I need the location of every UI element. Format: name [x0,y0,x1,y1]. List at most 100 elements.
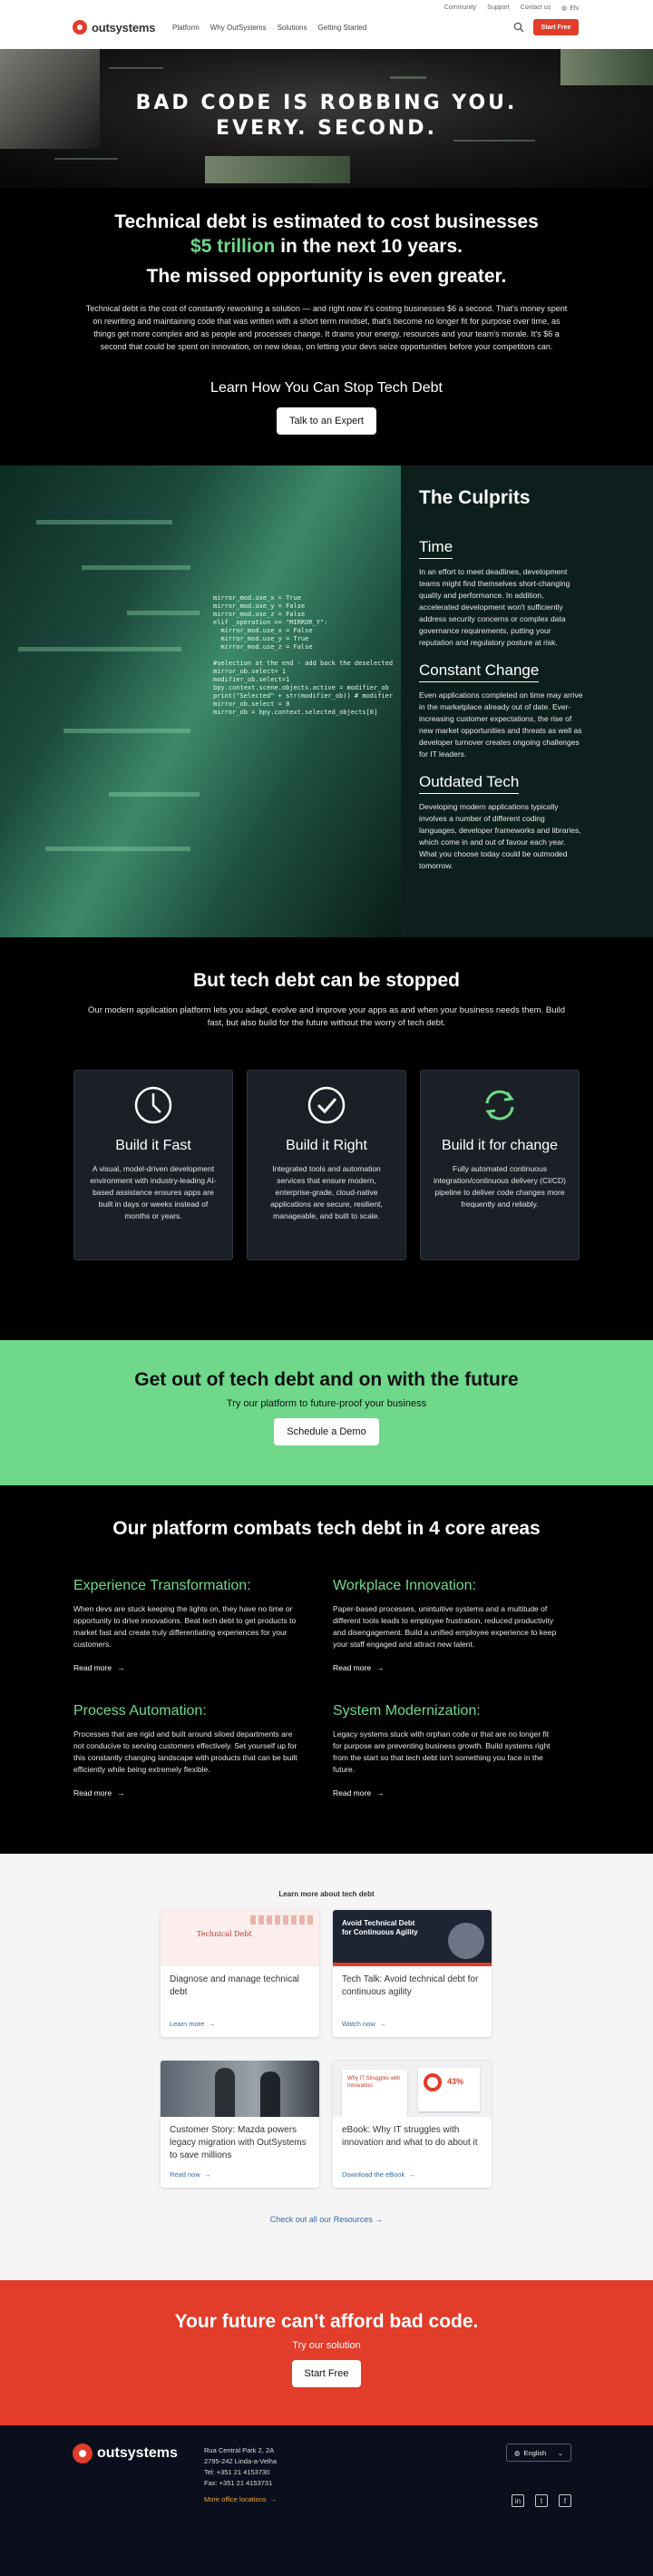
arrow-right-icon: → [117,1663,125,1672]
resources-section: Learn more about tech debt Technical Deb… [0,1854,653,2280]
feature-cards: Build it Fast A visual, model-driven dev… [0,1070,653,1260]
linkedin-icon[interactable]: in [512,2494,524,2507]
culprit-time: Time In an effort to meet deadlines, dev… [419,525,584,649]
refresh-icon [485,1090,514,1121]
culprit-heading: Constant Change [419,661,540,682]
area-title: Experience Transformation: [73,1578,251,1593]
arrow-right-icon: → [269,2495,278,2503]
resources-heading: Learn more about tech debt [278,1890,375,1898]
banknote-image-right [560,49,653,85]
core-title: Our platform combats tech debt in 4 core… [112,1518,541,1539]
resource-card[interactable]: Technical Debt Diagnose and manage techn… [161,1910,319,2037]
resource-card[interactable]: Customer Story: Mazda powers legacy migr… [161,2061,319,2188]
feature-text: Fully automated continuous integration/c… [434,1164,566,1209]
language-switch[interactable]: ◍ EN [561,5,579,13]
stopped-lead: Our modern application platform lets you… [88,1005,565,1028]
resource-link[interactable]: Read now → [170,2170,210,2179]
schedule-demo-button[interactable]: Schedule a Demo [274,1418,379,1445]
area-experience: Experience Transformation: When devs are… [73,1578,300,1672]
resource-thumbnail [161,2061,319,2117]
culprit-heading: Time [419,538,453,559]
globe-icon: ◍ [561,5,568,12]
language-select[interactable]: ◍ English ⌄ [506,2444,571,2462]
clock-icon [134,1086,172,1124]
facebook-icon[interactable]: f [559,2494,571,2507]
site-header: Community Support Contact us ◍ EN outsys… [0,0,653,49]
resource-thumbnail: Why IT Struggles with Innovation 43% [333,2061,492,2117]
culprit-text: Even applications completed on time may … [419,691,583,759]
area-text: Processes that are rigid and built aroun… [73,1729,297,1774]
resource-link[interactable]: Download the eBook → [342,2170,415,2179]
area-process: Process Automation: Processes that are r… [73,1703,300,1797]
area-system: System Modernization: Legacy systems stu… [333,1703,560,1797]
nav-solutions[interactable]: Solutions [278,24,307,32]
logo-icon [73,20,87,34]
resource-link[interactable]: Learn more → [170,2020,215,2028]
start-free-band: Your future can't afford bad code. Try o… [0,2280,653,2425]
future-title: Your future can't afford bad code. [174,2311,479,2332]
language-value: English [523,2448,547,2457]
twitter-icon[interactable]: t [535,2494,548,2507]
outsystems-logo[interactable]: outsystems [73,20,155,34]
read-more-link[interactable]: Read more → [333,1663,560,1672]
hero-line-2: EVERY. SECOND. [216,117,437,140]
footer-logo[interactable]: outsystems [73,2444,178,2463]
core-areas-section: Our platform combats tech debt in 4 core… [0,1485,653,1854]
resource-link[interactable]: Watch now → [342,2020,385,2028]
office-locations-link[interactable]: More office locations → [204,2494,277,2505]
feature-title: Build it for change [441,1138,559,1153]
intro-section: Technical debt is estimated to cost busi… [0,188,653,465]
talk-to-expert-button[interactable]: Talk to an Expert [277,407,376,435]
arrow-right-icon: → [378,2020,386,2028]
globe-icon: ◍ [514,2448,521,2457]
area-text: Paper-based processes, unintuitive syste… [333,1604,557,1649]
nav-getting-started[interactable]: Getting Started [318,24,367,32]
area-text: Legacy systems stuck with orphan code or… [333,1729,551,1774]
site-footer: outsystems Rua Central Park 2, 2A 2795-2… [0,2425,653,2576]
read-more-link[interactable]: Read more → [73,1663,300,1672]
language-label: EN [570,5,579,12]
feature-title: Build it Fast [115,1138,191,1153]
feature-card-change: Build it for change Fully automated cont… [420,1070,580,1260]
social-links: in t f [512,2494,571,2507]
resource-title: Tech Talk: Avoid technical debt for cont… [342,1974,479,1997]
read-more-link[interactable]: Read more → [333,1788,560,1797]
feature-card-fast: Build it Fast A visual, model-driven dev… [73,1070,233,1260]
hero-headline: BAD CODE IS ROBBING YOU. EVERY. SECOND. [0,91,653,142]
resource-card[interactable]: Why IT Struggles with Innovation 43% eBo… [333,2061,492,2188]
resource-title: Customer Story: Mazda powers legacy migr… [170,2125,307,2160]
arrow-right-icon: → [376,1663,385,1672]
start-free-cta-button[interactable]: Start Free [291,2360,362,2387]
code-snippet: mirror_mod.use_x = True mirror_mod.use_y… [213,594,394,716]
feature-title: Build it Right [286,1138,367,1153]
cta-heading: Learn How You Can Stop Tech Debt [210,380,443,396]
hero-banner: BAD CODE IS ROBBING YOU. EVERY. SECOND. [0,49,653,188]
arrow-right-icon: → [375,2215,384,2224]
footer-address: Rua Central Park 2, 2A 2795-242 Linda-a-… [204,2446,278,2505]
culprits-section: mirror_mod.use_x = True mirror_mod.use_y… [0,465,653,937]
logo-text: outsystems [97,2445,178,2461]
start-free-button[interactable]: Start Free [533,19,579,35]
area-workplace: Workplace Innovation: Paper-based proces… [333,1578,560,1672]
culprits-title: The Culprits [419,487,531,508]
nav-platform[interactable]: Platform [172,24,200,32]
all-resources-link[interactable]: Check out all our Resources → [0,2215,653,2224]
arrow-right-icon: → [408,2170,415,2179]
area-title: Process Automation: [73,1703,207,1719]
intro-headline: Technical debt is estimated to cost busi… [114,211,539,257]
area-text: When devs are stuck keeping the lights o… [73,1604,297,1649]
culprit-constant-change: Constant Change Even applications comple… [419,649,584,760]
search-icon[interactable] [513,22,524,33]
contact-link[interactable]: Contact us [521,5,551,12]
culprit-outdated-tech: Outdated Tech Developing modern applicat… [419,760,584,872]
demo-title: Get out of tech debt and on with the fut… [134,1369,519,1390]
resource-card[interactable]: Avoid Technical Debt for Continuous Agil… [333,1910,492,2037]
arrow-right-icon: → [117,1788,125,1797]
community-link[interactable]: Community [444,5,476,12]
read-more-link[interactable]: Read more → [73,1788,300,1797]
chevron-down-icon: ⌄ [557,2448,563,2457]
support-link[interactable]: Support [487,5,510,12]
hero-line-1: BAD CODE IS ROBBING YOU. [135,92,518,114]
logo-text: outsystems [92,20,156,34]
nav-why-outsystems[interactable]: Why OutSystems [210,24,267,32]
